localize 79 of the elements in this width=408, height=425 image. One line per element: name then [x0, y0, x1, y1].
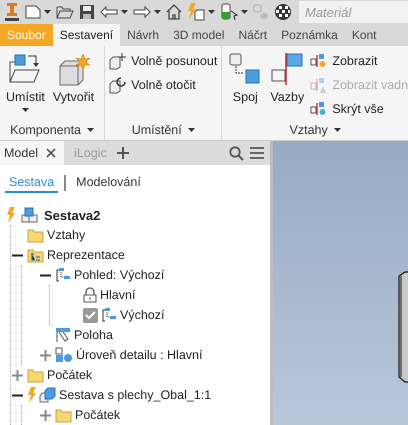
caret-icon[interactable] — [334, 128, 341, 132]
tree-item[interactable]: Poloha — [74, 328, 113, 342]
warning-relationships-icon — [310, 76, 328, 94]
folder-icon — [27, 228, 44, 242]
tree-item[interactable]: Sestava2 — [44, 208, 100, 222]
tree-item[interactable]: Pohled: Výchozí — [74, 268, 164, 282]
tree-item[interactable]: Sestava s plechy_Obal_1:1 — [59, 388, 212, 402]
checkbox[interactable] — [83, 308, 98, 322]
tree-item[interactable]: Počátek — [47, 368, 92, 382]
material-sphere-icon[interactable] — [274, 3, 292, 21]
mode-tab[interactable]: Modelování — [72, 173, 145, 193]
select-icon[interactable] — [220, 3, 238, 21]
open-folder-icon[interactable] — [56, 4, 74, 20]
disabled-tool-icon — [253, 4, 269, 20]
lock-icon — [83, 287, 97, 303]
view-icon — [101, 307, 117, 323]
caret-icon[interactable] — [121, 10, 128, 14]
free-rotate-icon — [109, 76, 128, 94]
home-icon[interactable] — [166, 4, 182, 20]
redo-icon[interactable] — [133, 5, 151, 19]
panel-title[interactable]: Umístění — [132, 123, 182, 137]
show-relationships-icon — [310, 52, 328, 70]
joint-icon — [228, 52, 262, 86]
ribbon-tab[interactable]: Sestavení — [52, 24, 120, 46]
ribbon-button[interactable]: Volně posunout — [109, 52, 218, 70]
ribbon-button[interactable]: Umístit — [4, 52, 47, 120]
caret-icon[interactable] — [154, 10, 161, 14]
view-icon — [55, 267, 71, 283]
ribbon-tab[interactable]: Náčrt — [231, 24, 274, 46]
tree-item[interactable]: Výchozí — [120, 308, 164, 322]
tree-item[interactable]: Úroveň detailu : Hlavní — [76, 348, 202, 362]
undo-icon[interactable] — [100, 5, 118, 19]
panel-title[interactable]: Vztahy — [290, 123, 328, 137]
caret-icon[interactable] — [22, 108, 29, 112]
ribbon-button[interactable]: Spoj — [226, 52, 264, 120]
menu-icon[interactable] — [250, 147, 264, 159]
browser-tab[interactable]: Model — [0, 141, 64, 165]
free-move-icon — [109, 52, 128, 70]
caret-icon[interactable] — [241, 10, 248, 14]
expand-icon[interactable] — [40, 410, 51, 420]
ribbon-button[interactable]: Skrýt vše — [310, 100, 408, 118]
caret-icon[interactable] — [44, 10, 51, 14]
create-component-icon — [56, 52, 90, 86]
folder-icon — [27, 368, 44, 382]
caret-icon[interactable] — [208, 10, 215, 14]
ribbon-tab[interactable]: Kont — [344, 24, 384, 46]
app-logo-icon — [4, 2, 20, 22]
ribbon-button[interactable]: Zobrazit — [310, 52, 408, 70]
assembly-icon — [21, 207, 38, 223]
panel-title[interactable]: Komponenta — [10, 123, 81, 137]
material-field[interactable]: Materiál — [299, 1, 408, 23]
constraint-icon — [270, 52, 304, 86]
ribbon-button[interactable]: Vazby — [268, 52, 306, 120]
assembly-icon — [39, 387, 56, 403]
level-of-detail-icon — [55, 347, 73, 363]
position-icon — [55, 327, 71, 343]
hide-relationships-icon — [310, 100, 328, 118]
folder-icon — [27, 248, 44, 262]
tree-item[interactable]: Hlavní — [100, 288, 136, 302]
ribbon-button[interactable]: Vytvořit — [50, 52, 96, 120]
add-icon[interactable] — [116, 147, 129, 159]
caret-icon[interactable] — [188, 128, 195, 132]
expand-icon[interactable] — [12, 370, 23, 380]
close-icon[interactable] — [46, 148, 56, 158]
save-icon[interactable] — [79, 4, 95, 20]
mode-tab[interactable]: Sestava — [5, 173, 58, 193]
ribbon-tab[interactable]: Návrh — [120, 24, 166, 46]
ribbon-tab[interactable]: 3D model — [166, 24, 232, 46]
expand-icon[interactable] — [40, 350, 51, 360]
search-icon[interactable] — [229, 146, 244, 160]
new-file-icon[interactable] — [25, 4, 41, 20]
ribbon-button[interactable]: Volně otočit — [109, 76, 218, 94]
tree-item[interactable]: Vztahy — [47, 228, 86, 242]
tree-item[interactable]: Počátek — [75, 408, 120, 422]
update-icon[interactable] — [187, 3, 205, 21]
folder-icon — [55, 408, 72, 422]
caret-icon[interactable] — [87, 128, 94, 132]
ribbon-tab[interactable]: Poznámka — [274, 24, 345, 46]
tree-item[interactable]: Reprezentace — [47, 248, 125, 262]
